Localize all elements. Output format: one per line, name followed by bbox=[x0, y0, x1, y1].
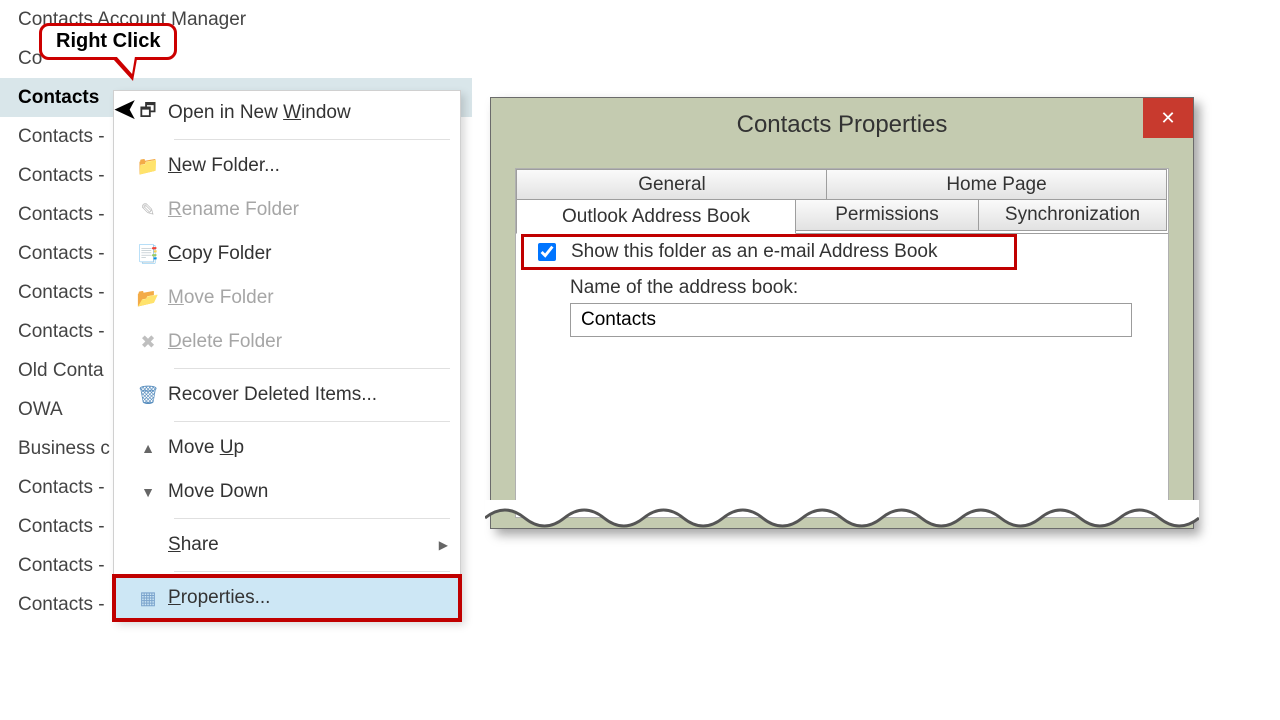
show-as-address-book-row: Show this folder as an e-mail Address Bo… bbox=[524, 237, 1014, 267]
up-icon: ▲ bbox=[128, 440, 168, 456]
menu-label: Recover Deleted Items... bbox=[168, 384, 377, 406]
tooltip-right-click: Right Click bbox=[39, 23, 177, 60]
delete-icon: ✖ bbox=[128, 332, 168, 353]
rename-icon: ✎ bbox=[128, 200, 168, 221]
copy-icon: 📑 bbox=[128, 244, 168, 265]
tab-outlook-address-book[interactable]: Outlook Address Book bbox=[516, 199, 796, 234]
dialog-title: Contacts Properties bbox=[737, 111, 948, 139]
tab-strip: General Home Page Outlook Address Book P… bbox=[516, 169, 1168, 231]
menu-label: Move Folder bbox=[168, 287, 274, 309]
address-book-name-label: Name of the address book: bbox=[570, 277, 1160, 299]
open-window-icon: 🗗 bbox=[128, 98, 168, 128]
menu-label: Share bbox=[168, 534, 219, 556]
show-as-ab-checkbox[interactable] bbox=[538, 243, 556, 261]
menu-move-down[interactable]: ▼ Move Down bbox=[114, 470, 460, 514]
menu-rename-folder: ✎ Rename Folder bbox=[114, 188, 460, 232]
tooltip-text: Right Click bbox=[39, 23, 177, 60]
menu-move-up[interactable]: ▲ Move Up bbox=[114, 426, 460, 470]
menu-label: Open in New Window bbox=[168, 102, 351, 124]
menu-separator bbox=[174, 421, 450, 422]
menu-label: Copy Folder bbox=[168, 243, 272, 265]
menu-copy-folder[interactable]: 📑 Copy Folder bbox=[114, 232, 460, 276]
tab-home-page[interactable]: Home Page bbox=[826, 169, 1167, 201]
menu-label: Rename Folder bbox=[168, 199, 299, 221]
menu-separator bbox=[174, 368, 450, 369]
menu-move-folder: 📂 Move Folder bbox=[114, 276, 460, 320]
menu-separator bbox=[174, 139, 450, 140]
menu-separator bbox=[174, 518, 450, 519]
menu-delete-folder: ✖ Delete Folder bbox=[114, 320, 460, 364]
torn-edge bbox=[485, 500, 1199, 540]
menu-label: Delete Folder bbox=[168, 331, 282, 353]
menu-label: Move Down bbox=[168, 481, 268, 503]
down-icon: ▼ bbox=[128, 484, 168, 500]
menu-open-in-new-window[interactable]: 🗗 Open in New Window bbox=[114, 91, 460, 135]
menu-label: Properties... bbox=[168, 587, 270, 609]
show-as-ab-label: Show this folder as an e-mail Address Bo… bbox=[571, 241, 937, 263]
menu-label: New Folder... bbox=[168, 155, 280, 177]
move-folder-icon: 📂 bbox=[128, 288, 168, 309]
menu-new-folder[interactable]: 📁 New Folder... bbox=[114, 144, 460, 188]
menu-share[interactable]: Share ▶ bbox=[114, 523, 460, 567]
recover-icon: 🗑 bbox=[128, 385, 168, 406]
menu-separator bbox=[174, 571, 450, 572]
context-menu: 🗗 Open in New Window 📁 New Folder... ✎ R… bbox=[113, 90, 461, 621]
menu-label: Move Up bbox=[168, 437, 244, 459]
dialog-body: General Home Page Outlook Address Book P… bbox=[515, 168, 1169, 518]
properties-dialog: Contacts Properties ✕ General Home Page … bbox=[490, 97, 1194, 529]
tab-general[interactable]: General bbox=[516, 169, 828, 201]
dialog-titlebar: Contacts Properties ✕ bbox=[491, 98, 1193, 151]
address-book-name-input[interactable] bbox=[570, 303, 1132, 337]
properties-icon: ▦ bbox=[128, 588, 168, 609]
tab-synchronization[interactable]: Synchronization bbox=[978, 199, 1167, 231]
submenu-arrow-icon: ▶ bbox=[439, 538, 448, 552]
tab-permissions[interactable]: Permissions bbox=[794, 199, 980, 231]
close-button[interactable]: ✕ bbox=[1143, 98, 1193, 138]
menu-recover-deleted[interactable]: 🗑 Recover Deleted Items... bbox=[114, 373, 460, 417]
folder-icon: 📁 bbox=[128, 156, 168, 177]
menu-properties[interactable]: ▦ Properties... bbox=[114, 576, 460, 620]
tab-content: Show this folder as an e-mail Address Bo… bbox=[516, 233, 1168, 517]
